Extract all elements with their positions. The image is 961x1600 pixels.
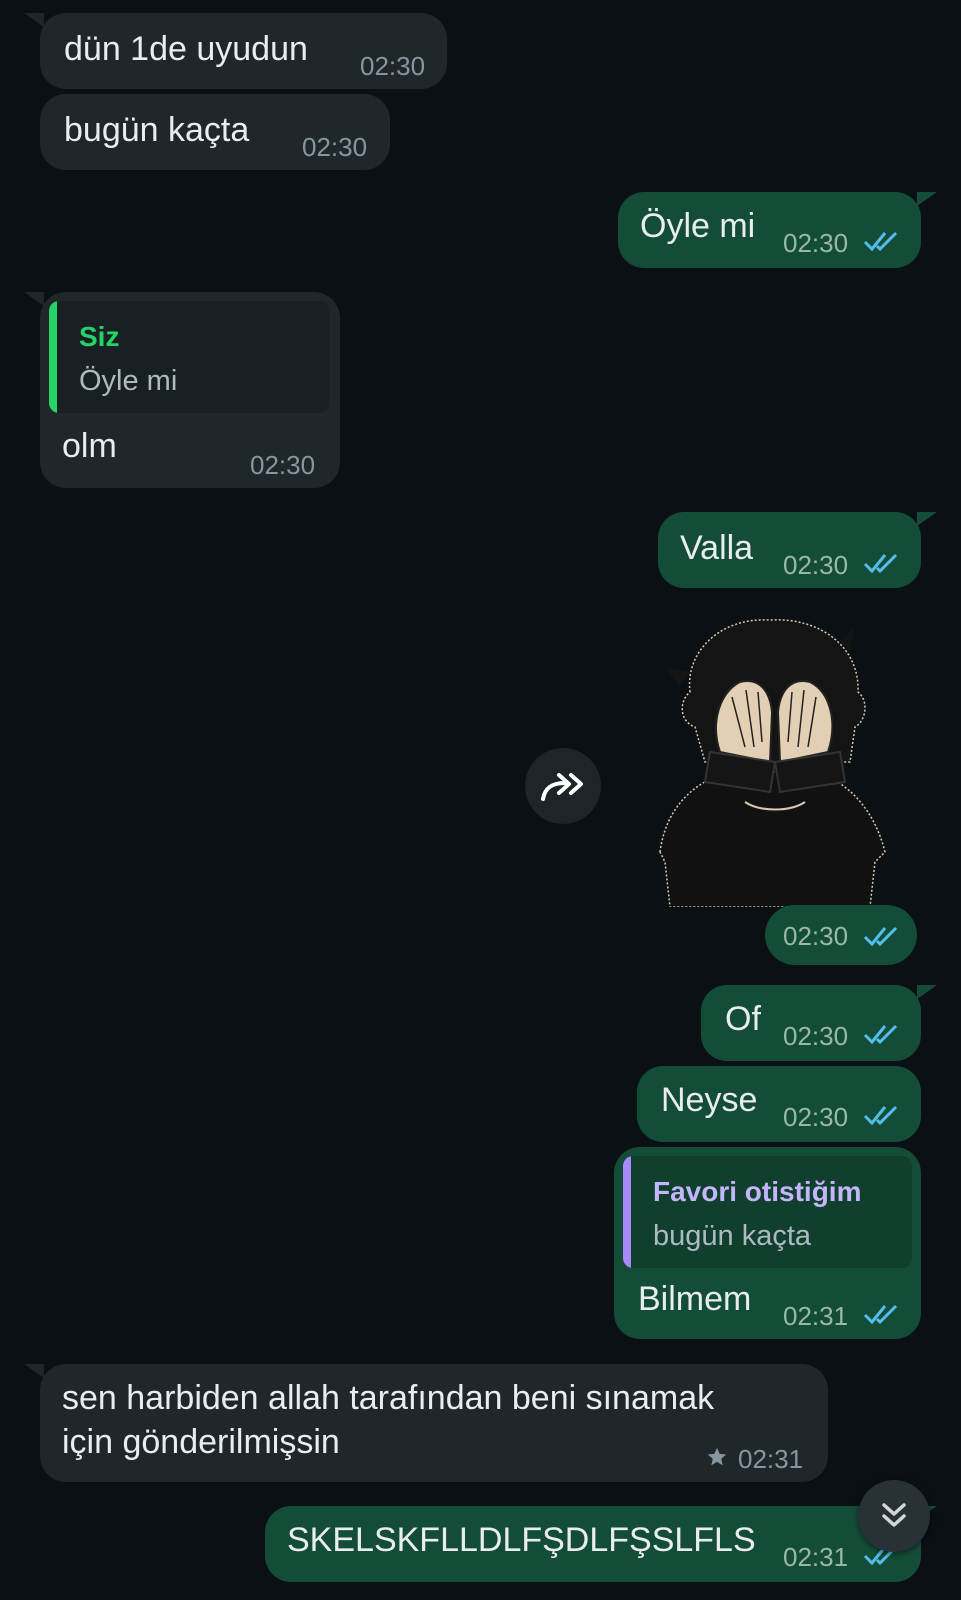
message-bubble[interactable]: SKELSKFLLDLFŞDLFŞSLFLS 02:31	[265, 1506, 937, 1582]
double-check-icon	[863, 553, 898, 574]
double-check-icon	[863, 231, 898, 252]
sticker-image[interactable]	[650, 612, 895, 907]
message-bubble[interactable]: Of 02:30	[701, 985, 937, 1061]
quote-bar	[49, 301, 57, 413]
message-text: Valla	[680, 529, 754, 567]
message-text: Of	[725, 1000, 761, 1038]
message-bubble[interactable]: dün 1de uyudun 02:30	[24, 13, 447, 89]
double-chevron-down-icon	[882, 1503, 906, 1527]
message-text-line-2: için gönderilmişsin	[62, 1423, 340, 1461]
message-time: 02:30	[783, 550, 849, 580]
message-text: SKELSKFLLDLFŞDLFŞSLFLS	[287, 1521, 756, 1559]
quote-text: Öyle mi	[79, 365, 178, 397]
message-time: 02:31	[783, 1301, 849, 1331]
double-check-icon	[863, 926, 898, 947]
message-time: 02:31	[738, 1444, 804, 1474]
message-time: 02:30	[783, 228, 849, 258]
message-bubble[interactable]: Siz Öyle mi olm 02:30	[24, 292, 340, 488]
sticker-time-pill: 02:30	[765, 905, 917, 965]
quote-text: bugün kaçta	[653, 1220, 812, 1252]
forward-icon	[541, 773, 583, 801]
message-text: Neyse	[661, 1081, 758, 1119]
double-check-icon	[863, 1304, 898, 1325]
message-time: 02:30	[783, 1021, 849, 1051]
message-text: bugün kaçta	[64, 111, 250, 149]
message-bubble[interactable]: bugün kaçta 02:30	[40, 94, 390, 170]
message-text: Bilmem	[638, 1280, 752, 1318]
star-icon	[707, 1447, 727, 1466]
quote-bar	[623, 1156, 631, 1268]
message-time: 02:30	[783, 921, 849, 951]
message-text: dün 1de uyudun	[64, 30, 308, 68]
message-bubble[interactable]: Favori otistiğim bugün kaçta Bilmem 02:3…	[614, 1147, 921, 1339]
scroll-to-bottom-button[interactable]	[858, 1480, 930, 1552]
message-time: 02:30	[360, 51, 426, 81]
double-check-icon	[863, 1024, 898, 1045]
message-bubble[interactable]: Öyle mi 02:30	[618, 192, 937, 268]
message-bubble[interactable]: Neyse 02:30	[637, 1066, 921, 1142]
message-bubble[interactable]: sen harbiden allah tarafından beni sınam…	[24, 1364, 828, 1482]
message-text: olm	[62, 427, 117, 465]
double-check-icon	[863, 1105, 898, 1126]
message-time: 02:30	[783, 1102, 849, 1132]
message-time: 02:30	[302, 132, 368, 162]
message-time: 02:31	[783, 1542, 849, 1572]
message-text-line-1: sen harbiden allah tarafından beni sınam…	[62, 1379, 715, 1417]
quote-author: Siz	[79, 321, 120, 352]
quote-author: Favori otistiğim	[653, 1176, 862, 1207]
reply-quote[interactable]: Favori otistiğim bugün kaçta	[623, 1156, 912, 1268]
message-bubble[interactable]: Valla 02:30	[658, 512, 937, 588]
message-text: Öyle mi	[640, 207, 756, 245]
message-time: 02:30	[250, 450, 316, 480]
forward-button[interactable]	[525, 748, 601, 824]
reply-quote[interactable]: Siz Öyle mi	[49, 301, 329, 413]
